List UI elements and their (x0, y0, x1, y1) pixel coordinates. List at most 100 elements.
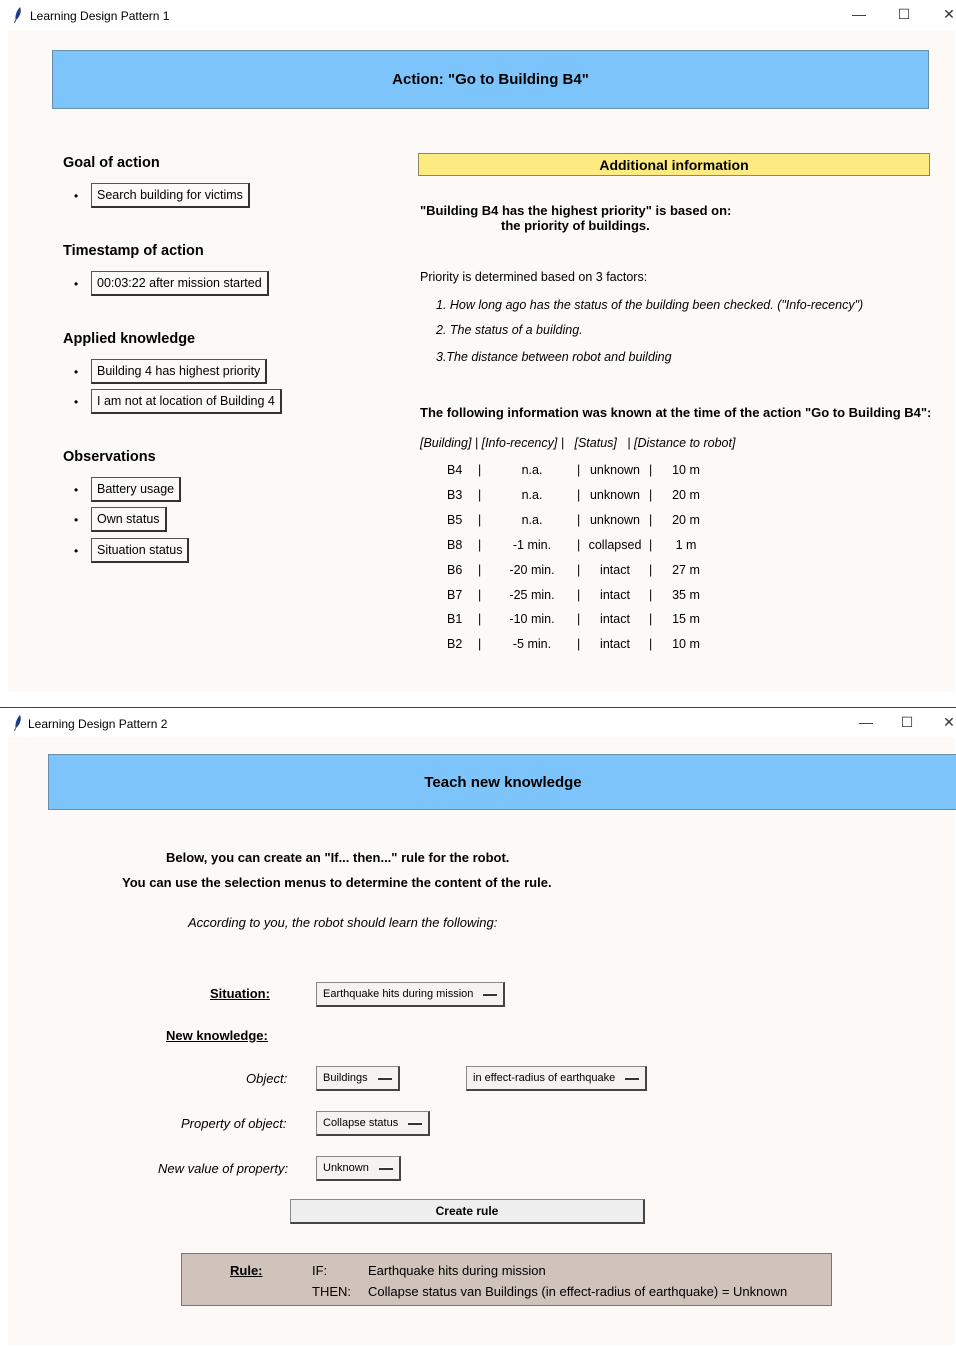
window1-title: Learning Design Pattern 1 (30, 9, 170, 23)
rule-then-text: Collapse status van Buildings (in effect… (368, 1284, 788, 1299)
cell-status: unknown (589, 487, 641, 502)
cell-recency: -1 min. (512, 537, 552, 552)
cell-status: intact (600, 587, 630, 602)
cell-separator: | (478, 512, 482, 527)
knowledge-heading: Applied knowledge (63, 331, 196, 347)
table-row: B4 | n.a. | unknown | 10 m (420, 463, 920, 481)
close-button[interactable]: ✕ (939, 714, 956, 731)
property-label: Property of object: (181, 1116, 287, 1131)
cell-recency: -5 min. (512, 637, 552, 652)
cell-distance: 35 m (672, 587, 700, 602)
cell-separator: | (649, 637, 653, 652)
cell-separator: | (649, 512, 653, 527)
close-button[interactable]: ✕ (939, 6, 956, 23)
action-banner: Action: "Go to Building B4" (52, 50, 929, 109)
property-dropdown[interactable]: Collapse status (316, 1111, 431, 1136)
observations-heading: Observations (63, 449, 156, 465)
cell-status: intact (600, 562, 630, 577)
goal-item: Search building for victims (91, 183, 250, 208)
observation-item: Situation status (91, 538, 190, 563)
cell-separator: | (649, 562, 653, 577)
cell-separator: | (649, 587, 653, 602)
cell-status: unknown (589, 512, 641, 527)
object-dropdown[interactable]: Buildings (316, 1066, 400, 1091)
object-dropdown-value: Buildings (323, 1072, 368, 1084)
new-value-label: New value of property: (158, 1161, 289, 1176)
cell-separator: | (478, 587, 482, 602)
table-row: B1 | -10 min. | intact | 15 m (420, 612, 920, 630)
cell-status: intact (600, 612, 630, 627)
table-row: B7 | -25 min. | intact | 35 m (420, 588, 920, 606)
cell-separator: | (577, 512, 581, 527)
situation-dropdown-value: Earthquake hits during mission (323, 988, 474, 1000)
intro-line1: Below, you can create an "If... then..."… (166, 850, 510, 865)
cell-separator: | (649, 612, 653, 627)
rule-if-label: IF: (312, 1263, 328, 1278)
cell-building: B5 (447, 512, 463, 527)
new-value-dropdown[interactable]: Unknown (316, 1156, 401, 1181)
rule-then-label: THEN: (312, 1284, 351, 1299)
object-filter-dropdown-value: in effect-radius of earthquake (473, 1072, 616, 1084)
cell-recency: n.a. (521, 487, 543, 502)
knowledge-item: I am not at location of Building 4 (91, 389, 282, 414)
cell-separator: | (577, 587, 581, 602)
cell-distance: 10 m (672, 637, 700, 652)
minimize-button[interactable]: — (856, 714, 876, 730)
feather-icon (14, 715, 21, 731)
intro-line3: According to you, the robot should learn… (188, 915, 498, 930)
maximize-button[interactable]: ☐ (894, 6, 914, 23)
table-row: B2 | -5 min. | intact | 10 m (420, 637, 920, 655)
object-filter-dropdown[interactable]: in effect-radius of earthquake (466, 1066, 648, 1091)
cell-separator: | (478, 562, 482, 577)
cell-distance: 20 m (672, 512, 700, 527)
window1-titlebar: Learning Design Pattern 1 — ☐ ✕ (0, 0, 956, 30)
teach-banner: Teach new knowledge (48, 754, 956, 810)
rule-label: Rule: (230, 1263, 263, 1278)
cell-separator: | (577, 637, 581, 652)
window2-titlebar: Learning Design Pattern 2 — ☐ ✕ (0, 708, 956, 738)
observation-item: Own status (91, 507, 167, 532)
feather-icon (14, 7, 21, 23)
table-row: B8 | -1 min. | collapsed | 1 m (420, 538, 920, 556)
dropdown-indicator-icon (408, 1121, 423, 1125)
bullet: • (74, 395, 79, 409)
factors-intro: Priority is determined based on 3 factor… (420, 270, 648, 284)
object-label: Object: (246, 1071, 288, 1086)
cell-building: B6 (447, 562, 463, 577)
new-knowledge-label: New knowledge: (166, 1028, 268, 1043)
timestamp-item: 00:03:22 after mission started (91, 271, 269, 296)
observation-item: Battery usage (91, 477, 182, 502)
cell-recency: -20 min. (509, 562, 555, 577)
situation-dropdown[interactable]: Earthquake hits during mission (316, 982, 506, 1007)
cell-separator: | (577, 612, 581, 627)
cell-separator: | (478, 637, 482, 652)
cell-recency: -10 min. (509, 612, 555, 627)
table-row: B3 | n.a. | unknown | 20 m (420, 488, 920, 506)
cell-separator: | (577, 562, 581, 577)
cell-separator: | (577, 463, 581, 477)
dropdown-indicator-icon (483, 992, 498, 996)
cell-separator: | (649, 463, 653, 477)
bullet: • (74, 513, 79, 527)
known-heading: The following information was known at t… (420, 405, 932, 420)
additional-info-heading: Additional information (418, 153, 930, 176)
cell-separator: | (649, 537, 653, 552)
table-row: B6 | -20 min. | intact | 27 m (420, 563, 920, 581)
dropdown-indicator-icon (377, 1076, 392, 1080)
cell-building: B3 (447, 487, 463, 502)
minimize-button[interactable]: — (849, 6, 869, 22)
cell-status: collapsed (588, 537, 642, 552)
cell-separator: | (478, 612, 482, 627)
rule-box: Rule: IF: Earthquake hits during mission… (181, 1253, 832, 1306)
goal-heading: Goal of action (63, 155, 160, 171)
intro-line2: You can use the selection menus to deter… (122, 875, 552, 890)
cell-building: B2 (447, 637, 463, 652)
cell-separator: | (577, 537, 581, 552)
create-rule-button[interactable]: Create rule (290, 1199, 645, 1224)
cell-building: B7 (447, 587, 463, 602)
cell-building: B1 (447, 612, 463, 627)
table-header: [Building] | [Info-recency] | [Status] |… (420, 436, 736, 450)
factor-item: 2. The status of a building. (436, 323, 583, 337)
maximize-button[interactable]: ☐ (897, 714, 917, 731)
window2-title: Learning Design Pattern 2 (28, 717, 168, 731)
